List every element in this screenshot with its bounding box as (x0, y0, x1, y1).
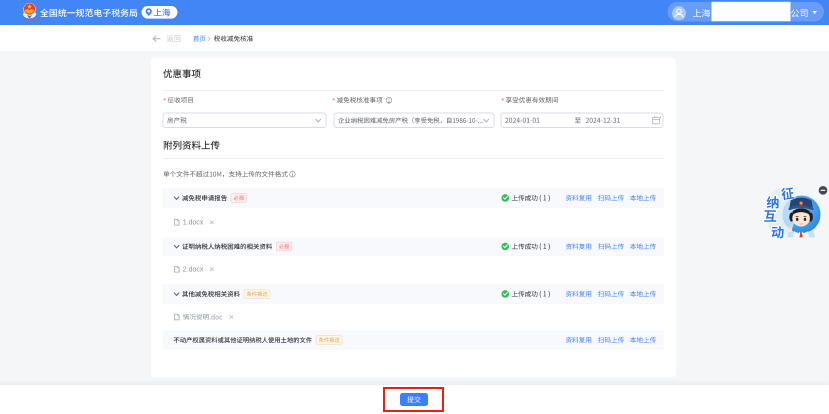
svg-text:2.docx: 2.docx (183, 267, 204, 274)
svg-text:1.docx: 1.docx (183, 220, 204, 227)
